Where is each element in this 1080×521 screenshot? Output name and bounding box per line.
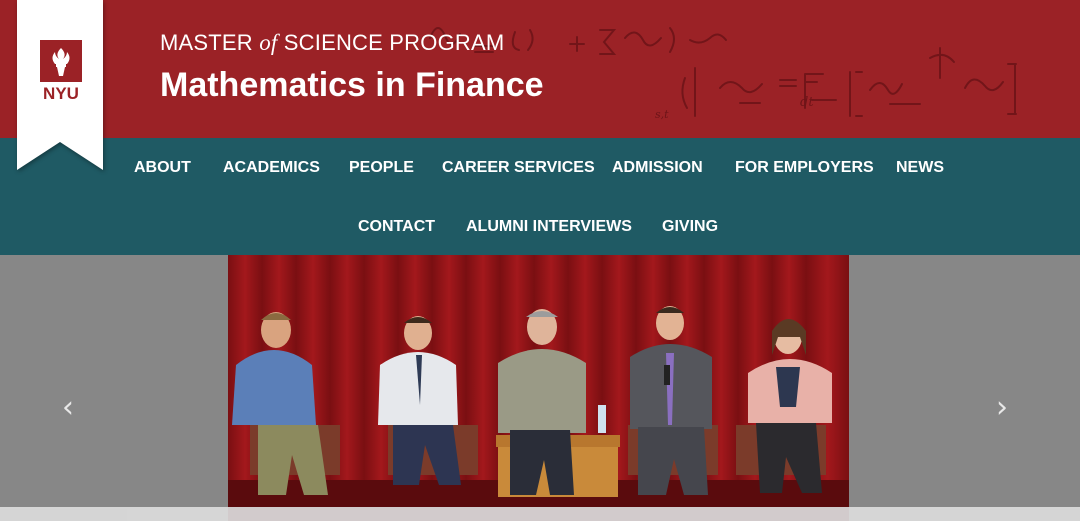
- carousel-slide-image[interactable]: [228, 255, 849, 521]
- svg-text:dt: dt: [800, 95, 814, 110]
- nav-item-giving[interactable]: GIVING: [662, 218, 718, 236]
- nav-item-for-employers[interactable]: FOR EMPLOYERS: [735, 159, 874, 177]
- nav-item-alumni-interviews[interactable]: ALUMNI INTERVIEWS: [466, 218, 632, 236]
- nav-item-career-services[interactable]: CAREER SERVICES: [442, 159, 595, 177]
- svg-text:s,t: s,t: [655, 108, 669, 121]
- carousel-prev-button[interactable]: ‹: [62, 393, 74, 423]
- nav-item-people[interactable]: PEOPLE: [349, 159, 414, 177]
- nav-item-contact[interactable]: CONTACT: [358, 218, 435, 236]
- site-header: dt s,t MASTER of SCIENCE PROGRAM Mathema…: [0, 0, 1080, 138]
- hero-carousel: ‹ ›: [0, 255, 1080, 521]
- torch-icon: [52, 48, 70, 76]
- chevron-right-icon: ›: [996, 390, 1008, 425]
- carousel-caption-bar: [0, 507, 1080, 521]
- nav-item-about[interactable]: ABOUT: [134, 159, 191, 177]
- subtitle-text: MASTER: [160, 30, 260, 55]
- main-navigation: ABOUT ACADEMICS PEOPLE CAREER SERVICES A…: [0, 138, 1080, 255]
- panel-discussion-photo: [228, 255, 849, 521]
- subtitle-text-end: SCIENCE PROGRAM: [277, 30, 505, 55]
- nav-item-academics[interactable]: ACADEMICS: [223, 159, 320, 177]
- nyu-logo-text[interactable]: NYU: [34, 84, 88, 104]
- carousel-next-button[interactable]: ›: [996, 393, 1008, 423]
- chevron-left-icon: ‹: [62, 390, 74, 425]
- program-subtitle: MASTER of SCIENCE PROGRAM: [160, 30, 504, 56]
- nyu-torch-icon[interactable]: [40, 40, 82, 82]
- nav-item-news[interactable]: NEWS: [896, 159, 944, 177]
- nav-item-admission[interactable]: ADMISSION: [612, 159, 703, 177]
- page-title[interactable]: Mathematics in Finance: [160, 66, 544, 105]
- subtitle-of-text: of: [259, 30, 278, 55]
